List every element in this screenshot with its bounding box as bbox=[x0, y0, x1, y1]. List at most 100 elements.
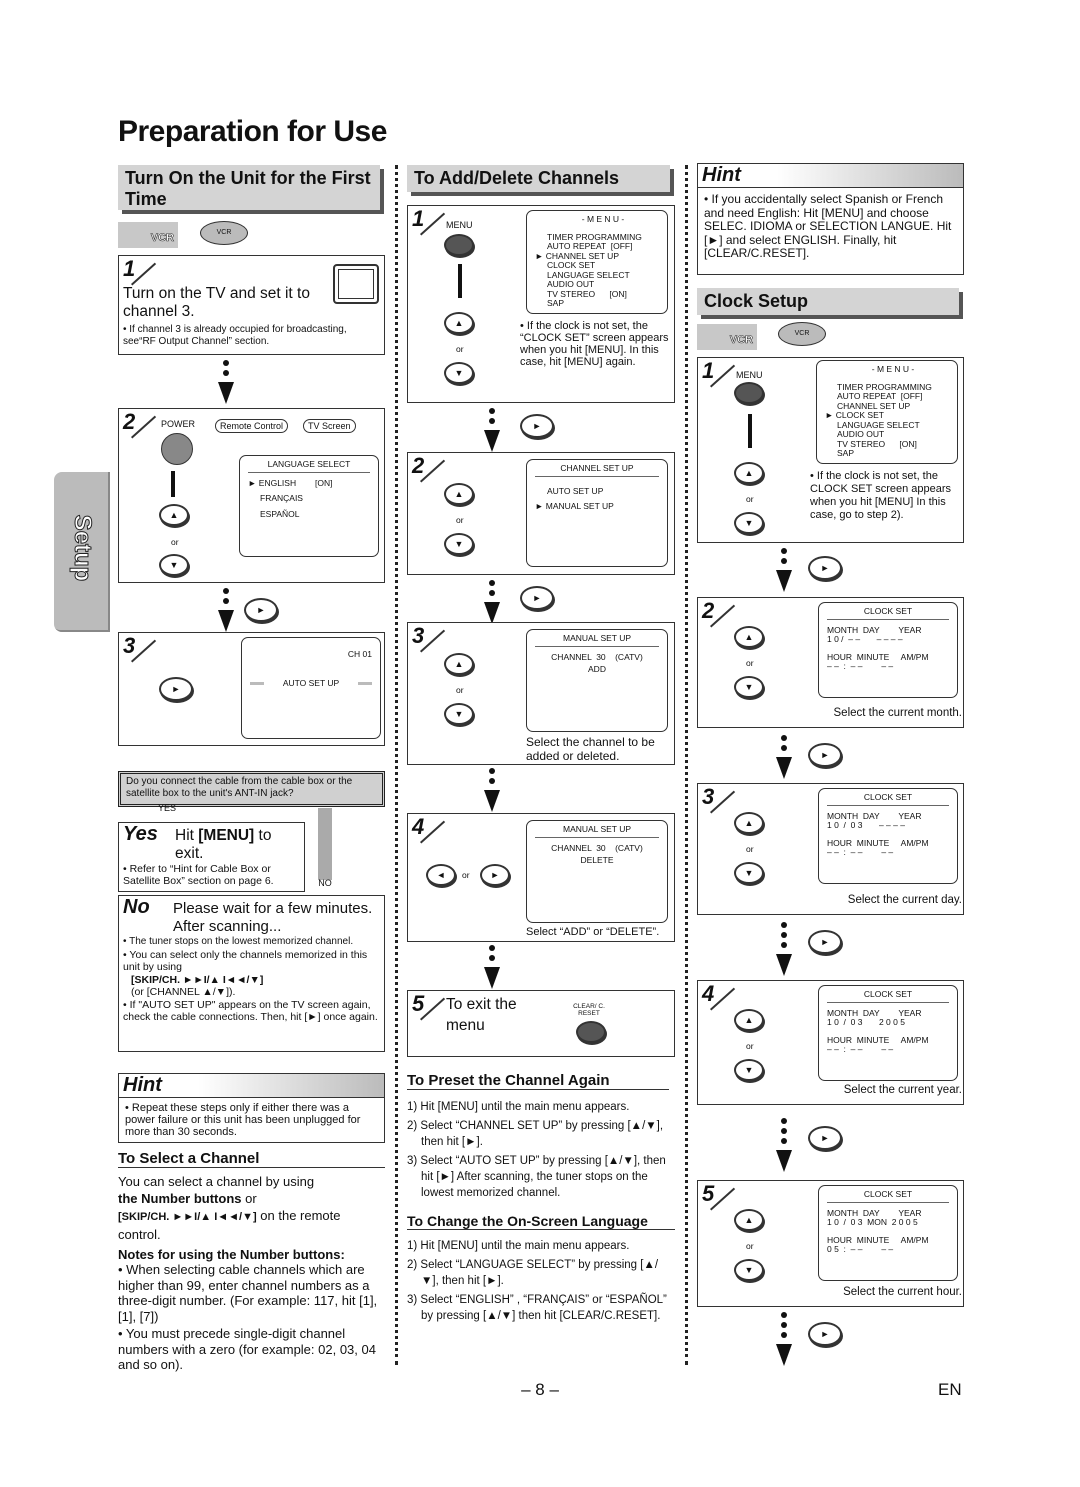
manual-set-up-screen: MANUAL SET UP CHANNEL 30 (CATV) DELETE bbox=[526, 820, 668, 923]
side-tab-setup: Setup bbox=[54, 472, 110, 632]
step-caption: Select “ADD” or “DELETE”. bbox=[526, 926, 660, 938]
up-button[interactable]: ▲ bbox=[444, 653, 474, 675]
yes-text: Hit [MENU] to exit. bbox=[175, 827, 300, 863]
up-button[interactable]: ▲ bbox=[734, 462, 764, 484]
step-number: 3 bbox=[702, 784, 715, 809]
play-button[interactable]: ► bbox=[520, 414, 554, 438]
select-channel-text: You can select a channel by using the Nu… bbox=[118, 1173, 385, 1243]
or-label: or bbox=[746, 658, 754, 668]
or-label: or bbox=[456, 685, 464, 695]
text: or bbox=[241, 1191, 257, 1206]
up-button[interactable]: ▲ bbox=[734, 1209, 764, 1231]
down-button[interactable]: ▼ bbox=[444, 703, 474, 725]
screen-title: CLOCK SET bbox=[827, 792, 949, 806]
down-button[interactable]: ▼ bbox=[444, 533, 474, 555]
step-number: 1 bbox=[412, 206, 425, 231]
add-delete-step-1: 1 MENU ▲ or ▼ - M E N U - TIMER PROGRAMM… bbox=[407, 205, 675, 403]
section-header-add-delete: To Add/Delete Channels bbox=[407, 165, 670, 192]
down-arrow-icon bbox=[482, 408, 502, 452]
no-label: No bbox=[123, 896, 150, 918]
select-channel-header: To Select a Channel bbox=[118, 1150, 385, 1168]
right-button[interactable]: ► bbox=[480, 864, 510, 886]
page-title: Preparation for Use bbox=[118, 115, 387, 148]
no-box: No Please wait for a few minutes. After … bbox=[118, 895, 385, 1052]
clock-set-screen: CLOCK SET MONTH DAY YEAR 1 0 / 0 3 – – –… bbox=[818, 788, 958, 884]
or-label: or bbox=[456, 344, 464, 354]
or-label: or bbox=[171, 537, 179, 547]
channel-line: CHANNEL 30 (CATV) bbox=[551, 842, 643, 853]
channel-line: CHANNEL 30 (CATV) bbox=[551, 651, 643, 662]
menu-label: MENU bbox=[736, 370, 763, 380]
up-button[interactable]: ▲ bbox=[444, 312, 474, 334]
step-caption: Select the current year. bbox=[843, 1084, 962, 1096]
screen-item: AUTO SET UP bbox=[547, 485, 604, 496]
up-button[interactable]: ▲ bbox=[734, 1009, 764, 1031]
clock-date-value: 1 0 / – – – – – – bbox=[827, 634, 903, 644]
down-button[interactable]: ▼ bbox=[734, 512, 764, 534]
manual-set-up-screen: MANUAL SET UP CHANNEL 30 (CATV) ADD bbox=[526, 629, 668, 732]
up-button[interactable]: ▲ bbox=[444, 483, 474, 505]
menu-button[interactable] bbox=[444, 234, 474, 256]
play-button[interactable]: ► bbox=[808, 930, 842, 954]
step-number: 4 bbox=[702, 981, 715, 1006]
down-arrow-icon bbox=[458, 264, 462, 298]
step-number: 2 bbox=[123, 409, 136, 434]
vcr-icon: VCR bbox=[118, 222, 178, 248]
clear-reset-button[interactable] bbox=[576, 1021, 606, 1043]
play-button[interactable]: ► bbox=[808, 556, 842, 580]
add-delete-step-5: 5 To exit the menu CLEAR/ C. RESET bbox=[407, 990, 675, 1057]
clear-reset-label: CLEAR/ C. RESET bbox=[573, 1003, 605, 1017]
up-button[interactable]: ▲ bbox=[734, 812, 764, 834]
step-caption: Select the current month. bbox=[833, 707, 962, 719]
auto-set-up-screen: CH 01 AUTO SET UP bbox=[241, 637, 381, 739]
note: • The tuner stops on the lowest memorize… bbox=[123, 936, 354, 947]
play-button[interactable]: ► bbox=[159, 677, 193, 701]
clock-step-5: 5 ▲ or ▼ CLOCK SET MONTH DAY YEAR 1 0 / … bbox=[697, 1180, 964, 1307]
down-arrow-icon bbox=[774, 922, 794, 976]
note: • If "AUTO SET UP" appears on the TV scr… bbox=[123, 998, 378, 1024]
down-button[interactable]: ▼ bbox=[444, 362, 474, 384]
down-button[interactable]: ▼ bbox=[734, 862, 764, 884]
screen-item: ► MANUAL SET UP bbox=[535, 501, 614, 511]
no-connector bbox=[318, 808, 332, 880]
down-button[interactable]: ▼ bbox=[734, 1259, 764, 1281]
turn-on-step-1: 1 Turn on the TV and set it to channel 3… bbox=[118, 255, 385, 355]
screen-title: CLOCK SET bbox=[827, 606, 949, 620]
question-text: Do you connect the cable from the cable … bbox=[126, 776, 353, 799]
step-number: 4 bbox=[412, 814, 425, 839]
down-button[interactable]: ▼ bbox=[734, 676, 764, 698]
power-button[interactable] bbox=[161, 433, 193, 465]
down-button[interactable]: ▼ bbox=[734, 1059, 764, 1081]
up-button[interactable]: ▲ bbox=[159, 504, 189, 526]
play-button[interactable]: ► bbox=[808, 1322, 842, 1346]
text: Hit bbox=[175, 827, 199, 844]
hint-label: Hint bbox=[698, 164, 963, 188]
or-label: or bbox=[746, 1041, 754, 1051]
left-button[interactable]: ◄ bbox=[426, 864, 456, 886]
play-button[interactable]: ► bbox=[244, 598, 278, 622]
step-note: • If channel 3 is already occupied for b… bbox=[123, 324, 347, 347]
yes-box: Yes Hit [MENU] to exit. • Refer to “Hint… bbox=[118, 822, 305, 892]
section-header-turn-on: Turn On the Unit for the First Time bbox=[118, 165, 380, 210]
tv-icon bbox=[333, 264, 379, 304]
down-arrow-icon bbox=[774, 1118, 794, 1172]
turn-on-step-3: 3 ► CH 01 AUTO SET UP bbox=[118, 632, 385, 746]
bubble-remote-control: Remote Control bbox=[215, 419, 289, 433]
play-button[interactable]: ► bbox=[808, 1126, 842, 1150]
up-button[interactable]: ▲ bbox=[734, 626, 764, 648]
text: You can select a channel by using bbox=[118, 1174, 315, 1189]
language-code: EN bbox=[938, 1380, 962, 1399]
clock-set-screen: CLOCK SET MONTH DAY YEAR 1 0 / – – – – –… bbox=[818, 602, 958, 698]
menu-button[interactable] bbox=[734, 382, 764, 404]
language-step: 3) Select “ENGLISH” , “FRANÇAIS” or “ESP… bbox=[407, 1294, 667, 1322]
step-number: 1 bbox=[702, 358, 715, 383]
or-label: or bbox=[746, 1241, 754, 1251]
hint-text: • If you accidentally select Spanish or … bbox=[704, 192, 952, 260]
language-step: 1) Hit [MENU] until the main menu appear… bbox=[407, 1240, 630, 1252]
screen-item: ESPAÑOL bbox=[260, 508, 300, 519]
down-button[interactable]: ▼ bbox=[159, 554, 189, 576]
screen-item: ► ENGLISH [ON] bbox=[248, 477, 333, 488]
play-button[interactable]: ► bbox=[520, 586, 554, 610]
play-button[interactable]: ► bbox=[808, 743, 842, 767]
step-number: 3 bbox=[123, 633, 136, 658]
